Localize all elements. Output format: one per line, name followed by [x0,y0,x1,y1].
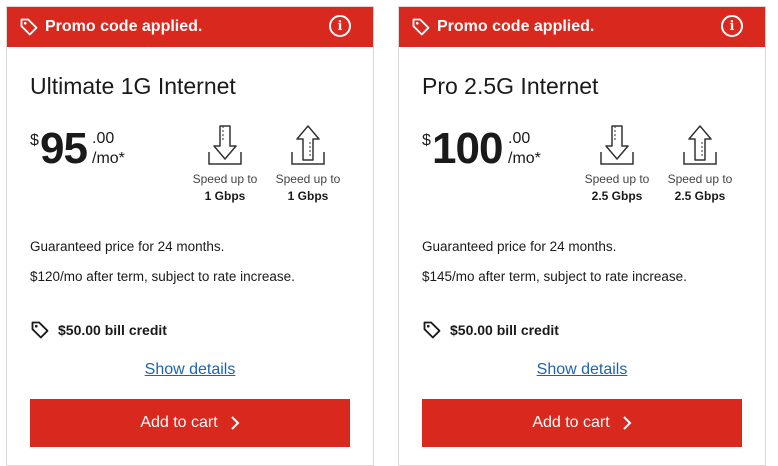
add-to-cart-label: Add to cart [140,414,218,431]
upload-arrow-icon [683,125,717,165]
download-arrow-icon [600,125,634,165]
download-speed: Speed up to 2.5 Gbps [577,124,657,203]
download-label: Speed up to [192,172,258,186]
guarantee-text: Guaranteed price for 24 months. [30,239,225,254]
tag-icon [20,18,38,36]
upload-label: Speed up to [275,172,341,186]
chevron-right-icon [230,416,240,430]
guarantee-text: Guaranteed price for 24 months. [422,239,617,254]
upload-arrow-icon [291,125,325,165]
upload-label: Speed up to [667,172,733,186]
plan-card-pro-2-5g: Promo code applied. i Pro 2.5G Internet … [398,6,766,466]
price-dollars: 100 [432,124,503,173]
add-to-cart-button[interactable]: Add to cart [30,399,350,447]
promo-banner: Promo code applied. i [7,7,373,47]
download-value: 1 Gbps [204,189,246,203]
upload-speed: Speed up to 1 Gbps [268,124,348,203]
bill-credit-text: $50.00 bill credit [450,322,559,338]
price-period: /mo* [92,150,125,167]
tag-icon [423,321,441,339]
download-speed: Speed up to 1 Gbps [185,124,265,203]
plan-title: Ultimate 1G Internet [30,73,236,99]
bill-credit: $50.00 bill credit [30,320,167,340]
after-term-text: $145/mo after term, subject to rate incr… [422,269,687,284]
download-label: Speed up to [584,172,650,186]
info-icon[interactable]: i [329,15,351,37]
price-currency: $ [422,132,431,149]
upload-value: 2.5 Gbps [674,189,726,203]
bill-credit-text: $50.00 bill credit [58,322,167,338]
info-icon[interactable]: i [721,15,743,37]
upload-speed: Speed up to 2.5 Gbps [660,124,740,203]
promo-text: Promo code applied. [437,18,595,35]
upload-value: 1 Gbps [287,189,329,203]
promo-banner: Promo code applied. i [399,7,765,47]
add-to-cart-button[interactable]: Add to cart [422,399,742,447]
download-value: 2.5 Gbps [591,189,643,203]
add-to-cart-label: Add to cart [532,414,610,431]
plan-title: Pro 2.5G Internet [422,73,599,99]
promo-text: Promo code applied. [45,18,203,35]
download-arrow-icon [208,125,242,165]
price-dollars: 95 [40,124,88,173]
show-details-link[interactable]: Show details [399,361,765,379]
chevron-right-icon [622,416,632,430]
tag-icon [412,18,430,36]
price-cents: .00 [92,130,115,147]
tag-icon [31,321,49,339]
price-currency: $ [30,132,39,149]
plan-card-ultimate-1g: Promo code applied. i Ultimate 1G Intern… [6,6,374,466]
show-details-link[interactable]: Show details [7,361,373,379]
after-term-text: $120/mo after term, subject to rate incr… [30,269,295,284]
bill-credit: $50.00 bill credit [422,320,559,340]
price-cents: .00 [508,130,531,147]
price-period: /mo* [508,150,541,167]
